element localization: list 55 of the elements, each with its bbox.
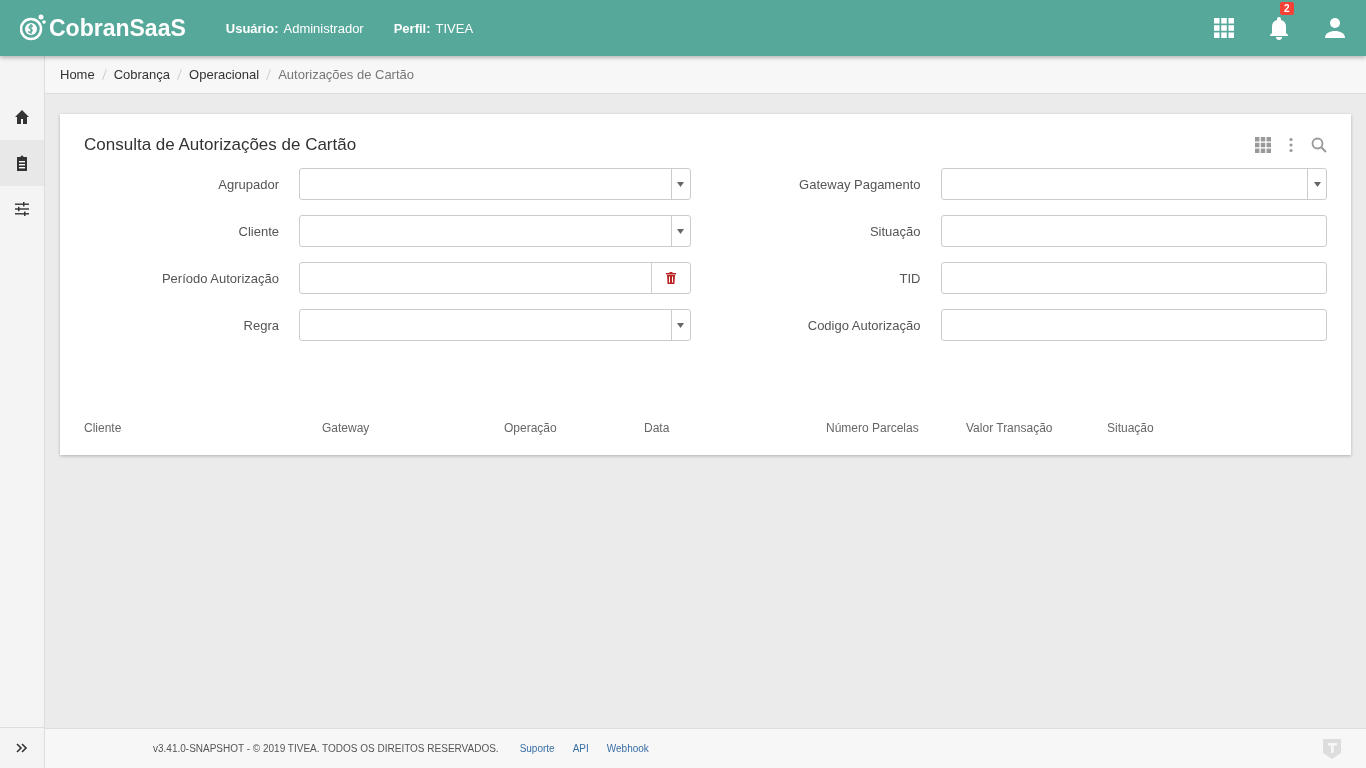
grid-icon[interactable] xyxy=(1255,137,1271,153)
field-label: Regra xyxy=(242,317,279,333)
footer-link[interactable]: API xyxy=(572,743,589,754)
breadcrumb-item[interactable]: Home xyxy=(60,67,95,82)
breadcrumb-item[interactable]: Cobrança xyxy=(113,67,171,82)
field-label: Codigo Autorização xyxy=(806,317,921,333)
user-icon[interactable] xyxy=(1324,17,1346,39)
column-header: Gateway xyxy=(322,421,371,435)
field-label: Cliente xyxy=(237,223,279,239)
notification-badge: 2 xyxy=(1280,2,1294,15)
select-field[interactable] xyxy=(940,168,1327,200)
profile-value: TIVEA xyxy=(435,20,474,36)
column-header: Cliente xyxy=(84,421,123,435)
user-value: Administrador xyxy=(283,20,364,36)
coin-logo-icon xyxy=(20,14,46,42)
select-field[interactable] xyxy=(299,168,691,200)
column-header: Operação xyxy=(504,421,558,435)
input-field[interactable] xyxy=(940,262,1327,294)
search-icon[interactable] xyxy=(1311,137,1327,153)
panel-title: Consulta de Autorizações de Cartão xyxy=(84,135,358,155)
profile-label: Perfil: xyxy=(393,20,431,36)
caret-icon xyxy=(1313,181,1321,187)
date-range-field[interactable] xyxy=(299,262,691,294)
breadcrumb-item[interactable]: Operacional xyxy=(189,67,260,82)
brand-name: CobranSaaS xyxy=(49,14,186,42)
field-label: TID xyxy=(898,270,921,286)
apps-icon[interactable] xyxy=(1214,18,1234,38)
home-icon xyxy=(14,109,30,125)
column-header: Valor Transação xyxy=(966,421,1054,435)
input-field[interactable] xyxy=(940,215,1327,247)
clipboard-icon xyxy=(14,155,30,171)
field-label: Situação xyxy=(868,223,921,239)
sliders-icon xyxy=(14,201,30,217)
footer-link[interactable]: Suporte xyxy=(519,743,555,754)
field-label: Período Autorização xyxy=(160,270,279,286)
column-header: Situação xyxy=(1107,421,1155,435)
field-label: Agrupador xyxy=(217,176,279,192)
select-field[interactable] xyxy=(299,309,691,341)
trash-icon[interactable] xyxy=(665,272,676,284)
sidebar-item[interactable] xyxy=(0,140,44,186)
caret-icon xyxy=(677,228,684,234)
field-label: Gateway Pagamento xyxy=(798,176,921,192)
column-header: Data xyxy=(644,421,671,435)
caret-icon xyxy=(677,181,684,187)
breadcrumb-item: Autorizações de Cartão xyxy=(278,67,415,82)
footer-link[interactable]: Webhook xyxy=(606,743,649,754)
user-label: Usuário: xyxy=(225,20,279,36)
caret-icon xyxy=(677,322,684,328)
bell-icon[interactable] xyxy=(1268,16,1290,40)
input-field[interactable] xyxy=(940,309,1327,341)
copyright-text: v3.41.0-SNAPSHOT - © 2019 TIVEA. TODOS OS DIREITOS RESERVADOS. xyxy=(153,743,499,754)
shield-logo-icon xyxy=(1322,737,1342,760)
expand-icon[interactable] xyxy=(15,741,29,755)
select-field[interactable] xyxy=(299,215,691,247)
column-header: Número Parcelas xyxy=(826,421,920,435)
